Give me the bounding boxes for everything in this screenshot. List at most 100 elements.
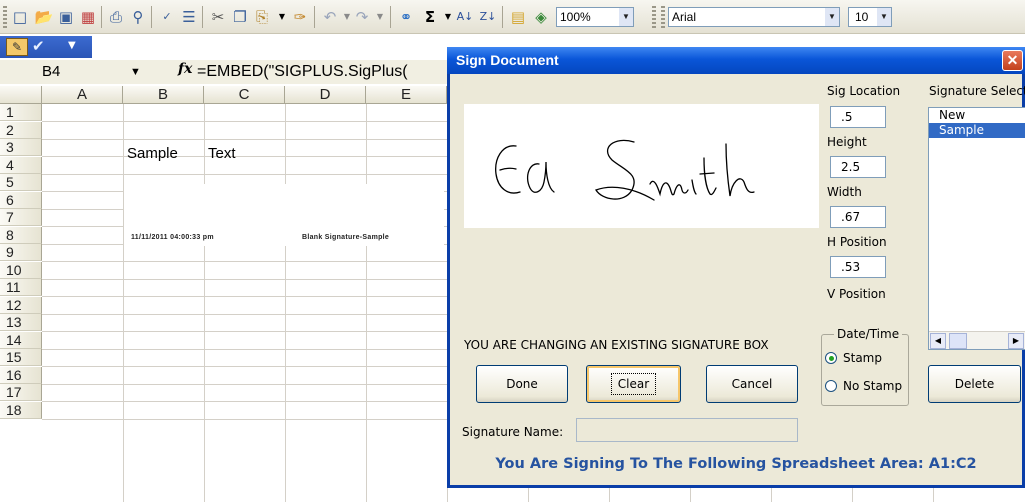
row-header[interactable]: 14 xyxy=(0,331,42,349)
height-field[interactable]: 2.5 xyxy=(830,156,886,178)
row-header[interactable]: 3 xyxy=(0,139,42,156)
status-message: YOU ARE CHANGING AN EXISTING SIGNATURE B… xyxy=(464,338,769,352)
print-icon[interactable]: ⎙ xyxy=(106,7,126,27)
no-stamp-label[interactable]: No Stamp xyxy=(843,379,902,393)
chevron-down-icon[interactable]: ▼ xyxy=(272,7,292,27)
zoom-value: 100% xyxy=(560,10,591,24)
print-preview-icon[interactable]: ⚲ xyxy=(128,7,148,27)
hyperlink-icon[interactable]: ⚭ xyxy=(396,7,416,27)
chevron-down-icon[interactable]: ▼ xyxy=(619,8,633,26)
column-header-b[interactable]: B xyxy=(123,86,204,104)
gridline xyxy=(285,104,286,502)
spelling-icon[interactable]: ✓ xyxy=(157,7,177,27)
width-field[interactable]: .67 xyxy=(830,206,886,228)
pen-icon[interactable]: ✎ xyxy=(6,38,28,56)
chevron-down-icon[interactable]: ▼ xyxy=(370,7,390,27)
signing-area-message: You Are Signing To The Following Spreads… xyxy=(495,456,977,472)
no-stamp-radio[interactable] xyxy=(825,380,837,392)
signature-name-label: Signature Name: xyxy=(462,425,564,439)
chevron-down-icon[interactable]: ▼ xyxy=(130,62,141,82)
sort-descending-icon[interactable]: Z↓ xyxy=(478,7,498,27)
cell-c2[interactable]: Text xyxy=(208,145,236,162)
fx-icon[interactable]: fx xyxy=(178,61,192,77)
toolbar-grip[interactable] xyxy=(661,6,665,28)
toolbar-grip[interactable] xyxy=(3,6,7,28)
signature-select-label: Signature Select xyxy=(929,84,1025,98)
permission-icon[interactable]: ▦ xyxy=(78,7,98,27)
cancel-button-label: Cancel xyxy=(731,377,773,391)
row-header[interactable]: 5 xyxy=(0,174,42,191)
column-header-d[interactable]: D xyxy=(285,86,366,104)
scrollbar-thumb[interactable] xyxy=(949,333,967,349)
copy-icon[interactable]: ❐ xyxy=(230,7,250,27)
sign-document-dialog: Sign Document ✕ Sig Location .5 Height 2… xyxy=(447,47,1025,488)
paste-icon[interactable]: ⎘ xyxy=(252,7,272,27)
row-header[interactable]: 8 xyxy=(0,226,42,244)
signature-drawing xyxy=(495,139,755,201)
gridline xyxy=(366,104,367,502)
open-icon[interactable]: 📂 xyxy=(34,7,54,27)
save-icon[interactable]: ▣ xyxy=(56,7,76,27)
row-header[interactable]: 10 xyxy=(0,261,42,279)
horizontal-scrollbar[interactable]: ◀ ▶ xyxy=(929,331,1025,349)
chart-wizard-icon[interactable]: ▤ xyxy=(508,7,528,27)
signature-pad[interactable] xyxy=(464,104,819,228)
column-header-e[interactable]: E xyxy=(366,86,447,104)
autosum-icon[interactable]: Σ xyxy=(420,7,440,27)
chevron-down-icon[interactable]: ▼ xyxy=(825,8,839,26)
sig-location-field[interactable]: .5 xyxy=(830,106,886,128)
font-size-select[interactable]: 10 ▼ xyxy=(848,7,892,27)
toolbar-separator xyxy=(101,6,102,28)
dialog-title[interactable]: Sign Document ✕ xyxy=(447,47,1025,74)
row-header[interactable]: 16 xyxy=(0,366,42,384)
done-button[interactable]: Done xyxy=(476,365,568,403)
row-header[interactable]: 11 xyxy=(0,279,42,296)
signature-stamp-label: Blank Signature-Sample xyxy=(302,234,390,241)
row-header[interactable]: 9 xyxy=(0,244,42,261)
format-painter-icon[interactable]: ✑ xyxy=(290,7,310,27)
row-header[interactable]: 1 xyxy=(0,104,42,121)
font-name-select[interactable]: Arial ▼ xyxy=(668,7,840,27)
close-icon[interactable]: ✕ xyxy=(1002,50,1023,71)
row-header[interactable]: 15 xyxy=(0,349,42,366)
scroll-right-icon[interactable]: ▶ xyxy=(1008,333,1024,349)
cancel-button[interactable]: Cancel xyxy=(706,365,798,403)
list-item[interactable]: New xyxy=(929,108,1025,123)
select-all-corner[interactable] xyxy=(0,86,42,104)
list-item[interactable]: Sample xyxy=(929,123,1025,138)
delete-button[interactable]: Delete xyxy=(928,365,1021,403)
row-header[interactable]: 2 xyxy=(0,121,42,139)
name-box[interactable]: B4 xyxy=(8,62,128,82)
zoom-select[interactable]: 100% ▼ xyxy=(556,7,634,27)
check-icon[interactable]: ✔ xyxy=(32,37,45,55)
h-position-field[interactable]: .53 xyxy=(830,256,886,278)
column-header-a[interactable]: A xyxy=(42,86,123,104)
delete-button-label: Delete xyxy=(954,377,995,391)
research-icon[interactable]: ☰ xyxy=(179,7,199,27)
chevron-down-icon[interactable]: ▼ xyxy=(68,40,76,51)
row-header[interactable]: 12 xyxy=(0,296,42,314)
stamp-label[interactable]: Stamp xyxy=(843,351,882,365)
chevron-down-icon[interactable]: ▼ xyxy=(877,8,891,26)
row-header[interactable]: 6 xyxy=(0,191,42,209)
cut-icon[interactable]: ✂ xyxy=(208,7,228,27)
sort-ascending-icon[interactable]: A↓ xyxy=(455,7,475,27)
width-label: Width xyxy=(827,185,862,199)
drawing-icon[interactable]: ◈ xyxy=(531,7,551,27)
new-icon[interactable]: □ xyxy=(10,7,30,27)
redo-icon[interactable]: ↷ xyxy=(352,7,372,27)
clear-button[interactable]: Clear xyxy=(586,365,681,403)
stamp-radio[interactable] xyxy=(825,352,837,364)
cell-b2[interactable]: Sample xyxy=(127,145,178,162)
row-header[interactable]: 7 xyxy=(0,209,42,226)
scroll-left-icon[interactable]: ◀ xyxy=(930,333,946,349)
row-header[interactable]: 13 xyxy=(0,314,42,331)
row-header[interactable]: 18 xyxy=(0,401,42,419)
row-header[interactable]: 17 xyxy=(0,384,42,401)
formula-input[interactable]: =EMBED("SIGPLUS.SigPlus( xyxy=(197,62,408,82)
signature-select-list[interactable]: New Sample ◀ ▶ xyxy=(928,107,1025,350)
signature-name-input[interactable] xyxy=(576,418,798,442)
row-header[interactable]: 4 xyxy=(0,156,42,174)
toolbar-grip[interactable] xyxy=(652,6,656,28)
column-header-c[interactable]: C xyxy=(204,86,285,104)
